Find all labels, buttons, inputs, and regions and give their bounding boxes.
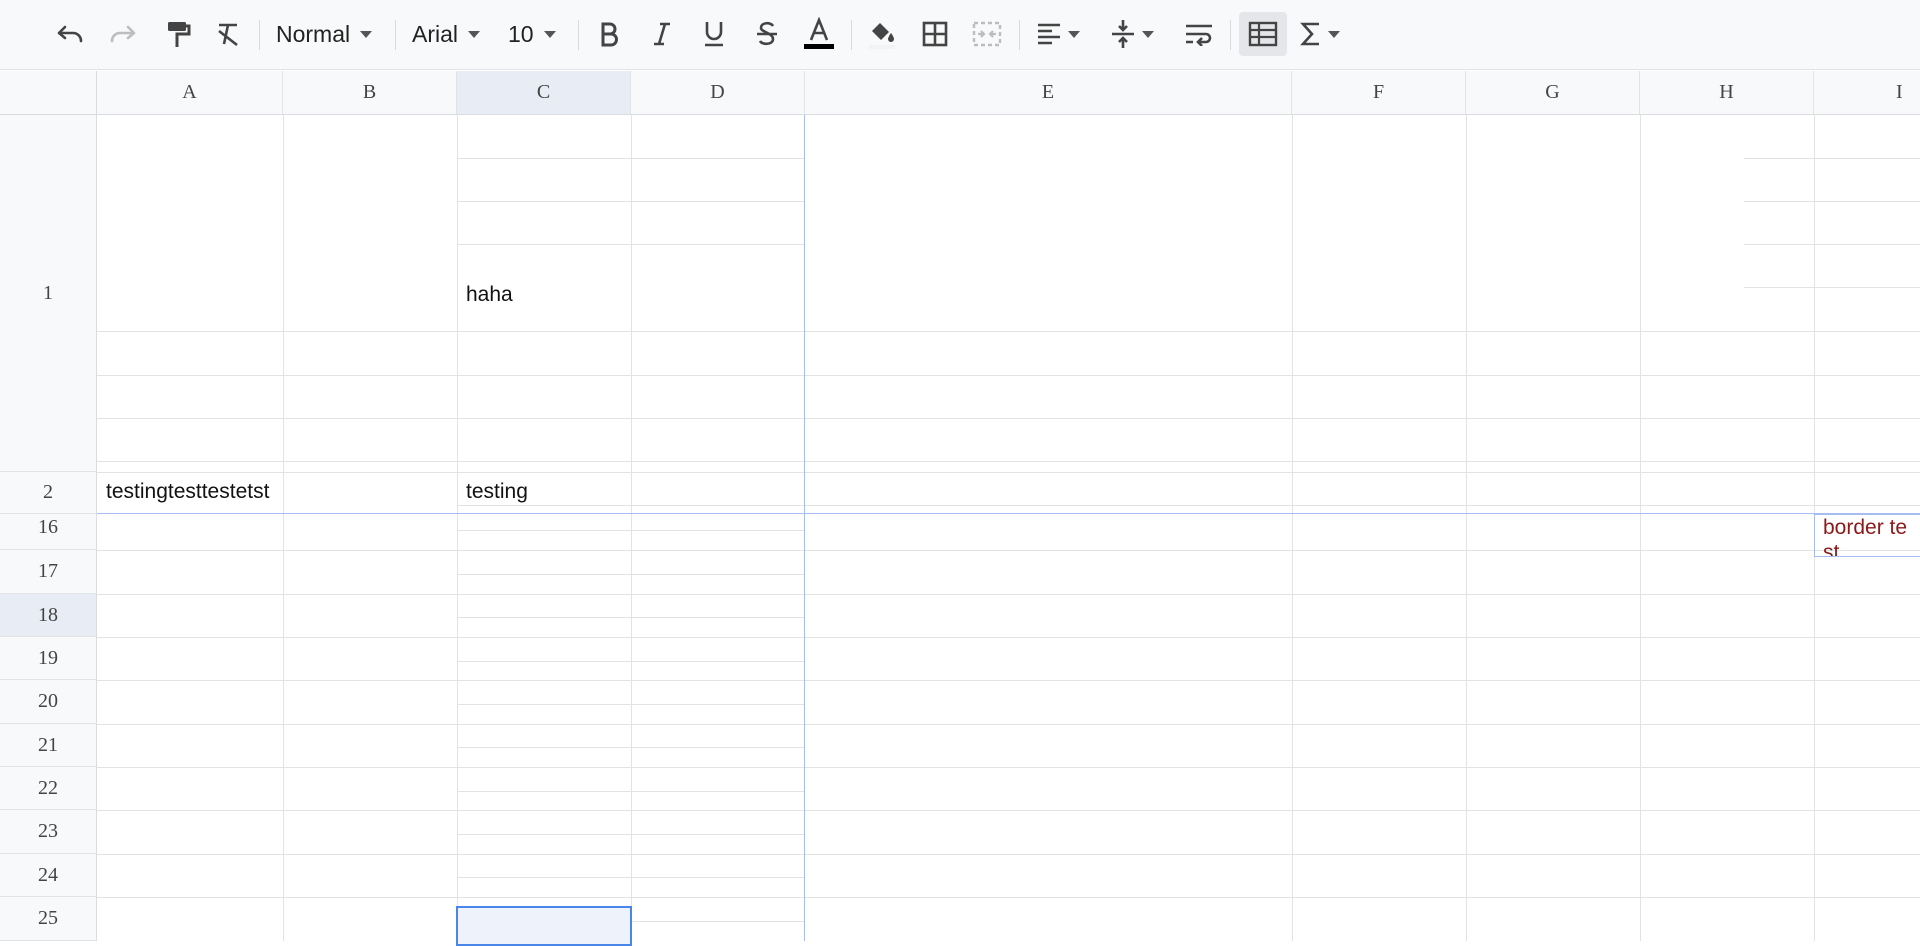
row-header-2[interactable]: 2 bbox=[0, 472, 97, 514]
chevron-down-icon bbox=[1328, 30, 1340, 38]
font-size-value: 10 bbox=[508, 20, 534, 47]
font-family-value: Arial bbox=[412, 20, 459, 47]
functions-select[interactable] bbox=[1300, 12, 1356, 56]
paint-format-icon[interactable] bbox=[158, 12, 198, 56]
column-header-b[interactable]: B bbox=[283, 71, 457, 114]
row-header-1[interactable]: 1 bbox=[0, 115, 97, 472]
toolbar: Normal Arial 10 bbox=[0, 0, 1920, 70]
row-header-16[interactable]: 16 bbox=[0, 514, 97, 550]
italic-icon[interactable] bbox=[643, 12, 681, 56]
select-all-corner[interactable] bbox=[0, 71, 97, 114]
text-color-icon[interactable] bbox=[800, 12, 838, 56]
row-header-25[interactable]: 25 bbox=[0, 897, 97, 941]
chevron-down-icon bbox=[1142, 30, 1154, 38]
row-header-18[interactable]: 18 bbox=[0, 594, 97, 637]
row-header-21[interactable]: 21 bbox=[0, 724, 97, 767]
row-header-20[interactable]: 20 bbox=[0, 680, 97, 724]
chevron-down-icon bbox=[1068, 30, 1080, 38]
column-header-g[interactable]: G bbox=[1466, 71, 1640, 114]
fill-color-icon[interactable] bbox=[862, 12, 902, 56]
active-cell-c25[interactable] bbox=[456, 906, 632, 946]
cell-c1[interactable]: haha bbox=[466, 283, 513, 307]
chevron-down-icon bbox=[543, 30, 556, 38]
column-header-c[interactable]: C bbox=[457, 71, 631, 114]
table-view-icon[interactable] bbox=[1239, 12, 1287, 56]
chevron-down-icon bbox=[360, 30, 373, 38]
underline-icon[interactable] bbox=[695, 12, 733, 56]
text-wrap-icon[interactable] bbox=[1180, 12, 1218, 56]
row-header-22[interactable]: 22 bbox=[0, 767, 97, 810]
row-header-19[interactable]: 19 bbox=[0, 637, 97, 680]
cell-i16[interactable]: border test bbox=[1814, 514, 1920, 557]
undo-icon[interactable] bbox=[50, 12, 90, 56]
row-header-23[interactable]: 23 bbox=[0, 810, 97, 854]
column-header-f[interactable]: F bbox=[1292, 71, 1466, 114]
vertical-align-select[interactable] bbox=[1110, 12, 1162, 56]
style-select-value: Normal bbox=[276, 20, 351, 47]
font-family-select[interactable]: Arial bbox=[412, 12, 488, 56]
clear-format-icon[interactable] bbox=[208, 12, 248, 56]
column-header-e[interactable]: E bbox=[805, 71, 1292, 114]
column-header-d[interactable]: D bbox=[631, 71, 805, 114]
cell-c2[interactable]: testing bbox=[466, 480, 528, 504]
cell-i16-text: border test bbox=[1823, 516, 1908, 557]
column-header-a[interactable]: A bbox=[97, 71, 283, 114]
column-header-i[interactable]: I bbox=[1814, 71, 1920, 114]
column-header-h[interactable]: H bbox=[1640, 71, 1814, 114]
row-header-17[interactable]: 17 bbox=[0, 550, 97, 594]
bold-icon[interactable] bbox=[590, 12, 628, 56]
horizontal-align-select[interactable] bbox=[1036, 12, 1088, 56]
cell-a2[interactable]: testingtesttestetst bbox=[106, 480, 282, 504]
frozen-column-divider[interactable] bbox=[804, 115, 805, 941]
merge-cells-icon[interactable] bbox=[968, 12, 1006, 56]
row-header-24[interactable]: 24 bbox=[0, 854, 97, 897]
style-select[interactable]: Normal bbox=[276, 12, 381, 56]
strikethrough-icon[interactable] bbox=[748, 12, 786, 56]
column-header-row: A B C D E F G H I bbox=[0, 71, 1920, 115]
chevron-down-icon bbox=[468, 30, 481, 38]
font-size-select[interactable]: 10 bbox=[508, 12, 564, 56]
borders-icon[interactable] bbox=[916, 12, 954, 56]
redo-icon[interactable] bbox=[103, 12, 143, 56]
frozen-row-divider[interactable] bbox=[97, 513, 1920, 514]
